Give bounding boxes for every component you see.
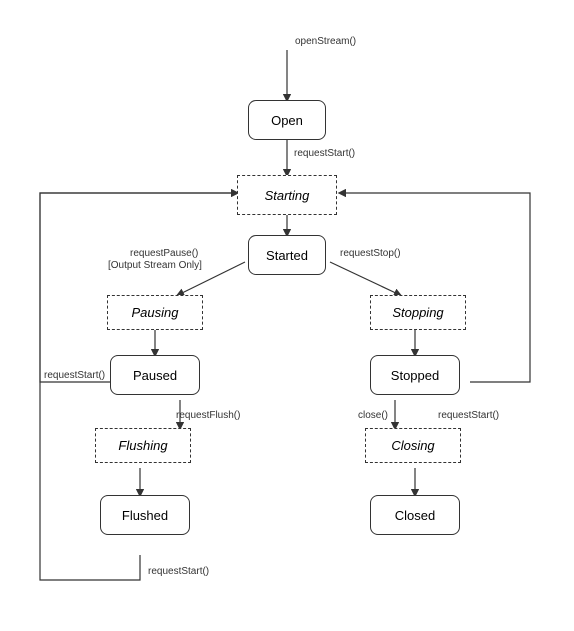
state-starting: Starting [237, 175, 337, 215]
state-flushed: Flushed [100, 495, 190, 535]
arrows-svg [0, 0, 574, 631]
state-closed: Closed [370, 495, 460, 535]
label-outputstreamonly: [Output Stream Only] [108, 260, 202, 271]
label-requeststart-open: requestStart() [294, 148, 355, 159]
label-openstream: openStream() [295, 36, 356, 47]
state-flushing: Flushing [95, 428, 191, 463]
state-diagram: Open Starting Started Pausing Paused Flu… [0, 0, 574, 631]
state-started: Started [248, 235, 326, 275]
label-requestpause: requestPause() [130, 248, 198, 259]
state-paused: Paused [110, 355, 200, 395]
label-requestflush: requestFlush() [176, 410, 240, 421]
state-open: Open [248, 100, 326, 140]
label-requeststart-flushed: requestStart() [148, 566, 209, 577]
label-close: close() [358, 410, 388, 421]
label-requeststart-paused: requestStart() [44, 370, 105, 381]
state-closing: Closing [365, 428, 461, 463]
label-requeststop: requestStop() [340, 248, 401, 259]
state-stopped: Stopped [370, 355, 460, 395]
state-stopping: Stopping [370, 295, 466, 330]
state-pausing: Pausing [107, 295, 203, 330]
label-requeststart-stopped: requestStart() [438, 410, 499, 421]
